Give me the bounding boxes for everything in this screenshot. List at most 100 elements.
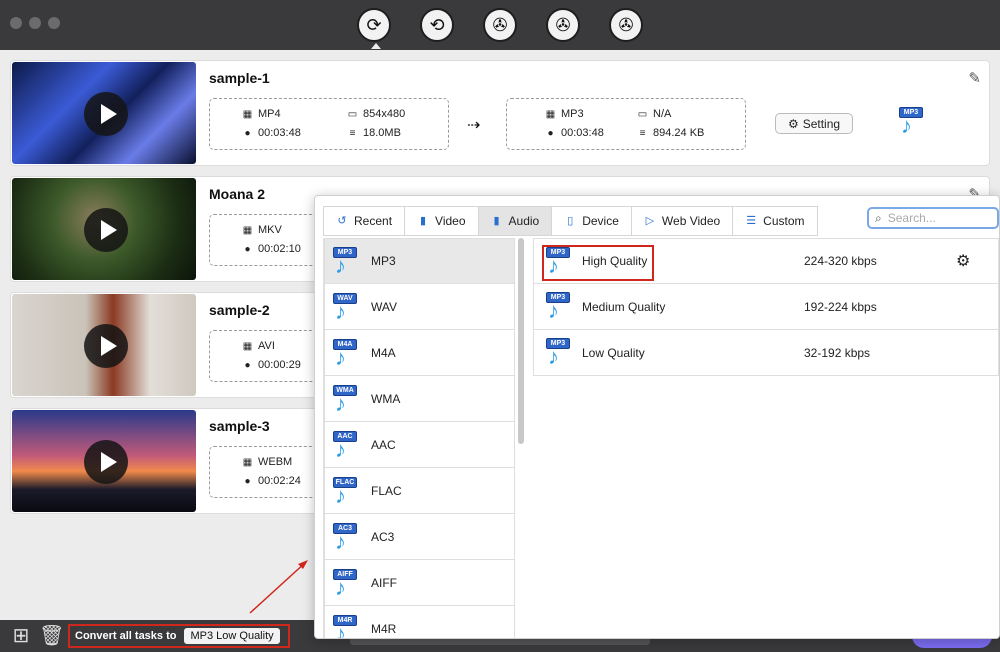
task-row[interactable]: sample-1 ▦ MP4 ▭ 854x480 ● 00:03:48 ≡ 18.0MB… [10,60,990,166]
aac-format-icon: AAC ♪ [333,430,361,460]
tab-web-video[interactable]: ▷ Web Video [630,206,733,236]
storage-icon: ≡ [639,127,646,139]
gear-icon: ⚙ [787,116,799,131]
merge-tool-button[interactable]: ✇ [546,8,580,42]
music-note-icon: ♪ [901,113,912,138]
format-item-ac3[interactable]: AC3 ♪ AC3 [324,514,515,560]
source-duration: 00:03:48 [258,127,301,139]
mp3-quality-icon: MP3 ♪ [546,292,574,322]
window-close-button[interactable] [10,17,22,29]
edit-pencil-icon[interactable]: ✎ [968,69,981,87]
film-icon: ▦ [242,224,253,236]
source-resolution: 854x480 [363,108,406,120]
tab-device[interactable]: ▯ Device [551,206,631,236]
format-tabs: ↺ Recent ▮ Video ▮ Audio ▯ Device ▷ Web Video… [323,206,818,236]
search-icon: ⌕ [875,210,882,225]
window-minimize-button[interactable] [29,17,41,29]
film-icon: ▦ [242,108,253,120]
toolbox-tool-button[interactable]: ✇ [609,8,643,42]
quality-item-medium[interactable]: MP3 ♪ Medium Quality 192-224 kbps [533,284,999,330]
quality-item-high[interactable]: MP3 ♪ High Quality 224-320 kbps ⚙ [533,238,999,284]
custom-icon: ☰ [746,215,757,227]
format-search: ⌕ [867,207,999,229]
device-icon: ▯ [567,215,574,227]
video-thumbnail[interactable] [12,62,196,164]
task-title: sample-1 [209,70,270,86]
output-format: MP3 [561,108,584,120]
flac-format-icon: FLAC ♪ [333,476,361,506]
quality-name: Low Quality [582,345,645,360]
format-item-wma[interactable]: WMA ♪ WMA [324,376,515,422]
compress-tool-button[interactable]: ⟲ [420,8,454,42]
clock-icon: ● [244,359,251,371]
video-editor-tool-button[interactable]: ✇ [483,8,517,42]
convert-all-format-select[interactable]: MP3 Low Quality [184,628,280,644]
format-item-mp3[interactable]: MP3 ♪ MP3 [324,238,515,284]
source-info-box: ▦ MP4 ▭ 854x480 ● 00:03:48 ≡ 18.0MB [209,98,449,150]
resolution-icon: ▭ [347,108,358,120]
trash-icon[interactable]: 🗑 [39,626,64,646]
clock-icon: ● [547,127,554,139]
web-video-icon: ▷ [645,215,655,227]
output-resolution: N/A [653,108,672,120]
tab-audio[interactable]: ▮ Audio [477,206,552,236]
tab-custom[interactable]: ☰ Custom [732,206,818,236]
tab-video[interactable]: ▮ Video [404,206,478,236]
format-item-m4r[interactable]: M4R ♪ M4R [324,606,515,638]
format-item-wav[interactable]: WAV ♪ WAV [324,284,515,330]
toolbox-icon: ✇ [618,14,634,35]
film-icon: ▦ [545,108,556,120]
convert-all-label: Convert all tasks to [75,630,177,642]
source-size: 18.0MB [363,127,401,139]
search-input[interactable] [887,211,983,225]
video-editor-icon: ✇ [492,14,508,35]
quality-bitrate: 224-320 kbps [804,254,877,268]
video-thumbnail[interactable] [12,294,196,396]
video-thumbnail[interactable] [12,410,196,512]
source-format: AVI [258,340,275,352]
source-duration: 00:02:10 [258,243,301,255]
film-icon: ▦ [242,456,253,468]
convert-arrow-icon: ⇢ [467,117,480,134]
wav-format-icon: WAV ♪ [333,292,361,322]
storage-icon: ≡ [349,127,356,139]
aiff-format-icon: AIFF ♪ [333,568,361,598]
format-item-aiff[interactable]: AIFF ♪ AIFF [324,560,515,606]
window-maximize-button[interactable] [48,17,60,29]
compress-icon: ⟲ [429,14,445,35]
quality-bitrate: 192-224 kbps [804,299,877,314]
m4a-format-icon: M4A ♪ [333,338,361,368]
setting-button[interactable]: ⚙ Setting [775,113,853,134]
setting-label: Setting [802,116,841,131]
film-icon: ▦ [242,340,253,352]
task-title: Moana 2 [209,186,266,202]
gear-icon[interactable]: ⚙ [956,251,970,271]
wma-format-icon: WMA ♪ [333,384,361,414]
source-format: WEBM [258,456,293,468]
tab-recent[interactable]: ↺ Recent [323,206,405,236]
play-icon[interactable] [84,92,128,136]
format-item-m4a[interactable]: M4A ♪ M4A [324,330,515,376]
add-file-icon[interactable]: ⊞ [11,626,31,646]
output-size: 894.24 KB [653,127,705,139]
resolution-icon: ▭ [637,108,648,120]
quality-list: MP3 ♪ High Quality 224-320 kbps ⚙ MP3 ♪ Me… [533,238,999,376]
output-info-box[interactable]: ▦ MP3 ▭ N/A ● 00:03:48 ≡ 894.24 KB [506,98,746,150]
task-title: sample-3 [209,418,270,434]
task-title: sample-2 [209,302,270,318]
output-format-badge[interactable]: MP3 ♪ [899,107,927,138]
annotation-arrow-icon [249,560,308,614]
play-icon[interactable] [84,440,128,484]
quality-item-low[interactable]: MP3 ♪ Low Quality 32-192 kbps [533,330,999,376]
format-item-flac[interactable]: FLAC ♪ FLAC [324,468,515,514]
format-item-aac[interactable]: AAC ♪ AAC [324,422,515,468]
audio-format-list: MP3 ♪ MP3 WAV ♪ WAV M4A ♪ M4A WMA ♪ WMA AAC ♪ AAC … [323,238,515,638]
play-icon[interactable] [84,208,128,252]
quality-name: Medium Quality [582,299,666,314]
play-icon[interactable] [84,324,128,368]
output-duration: 00:03:48 [561,127,604,139]
format-list-scrollbar[interactable] [518,238,524,444]
convert-tool-button[interactable]: ⟳ [357,8,391,49]
clock-icon: ● [244,243,251,255]
video-thumbnail[interactable] [12,178,196,280]
